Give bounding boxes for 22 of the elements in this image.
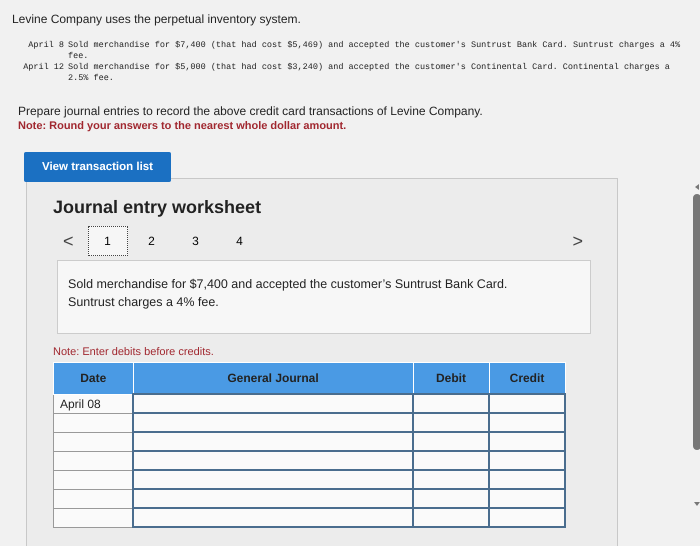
note-text: Note: Round your answers to the nearest whole dollar amount. xyxy=(18,120,348,132)
previous-button[interactable]: < xyxy=(53,230,84,252)
table-note: Note: Enter debits before credits. xyxy=(53,346,215,358)
date-cell: April 08 xyxy=(54,394,133,413)
page-tab[interactable]: 2 xyxy=(132,226,172,256)
transaction-text: Sold merchandise for $5,000 (that had cost $3,240) and accepted the customer's Continental Card. Continental charges a 2.5% fee. xyxy=(68,62,671,84)
transaction-date: April 12 xyxy=(22,62,65,74)
worksheet-title: Journal entry worksheet xyxy=(53,197,262,218)
column-header: Date xyxy=(54,362,133,394)
description-text: Sold merchandise for $7,400 and accepted the customer’s Suntrust Bank Card. Suntrust charges a 4% fee. xyxy=(68,276,508,311)
transaction-date: April 8 xyxy=(27,40,65,52)
column-header: Debit xyxy=(413,362,489,394)
instructions-text: Prepare journal entries to record the above credit card transactions of Levine Company. xyxy=(18,104,484,118)
column-header: General Journal xyxy=(133,362,413,394)
transaction-text: Sold merchandise for $7,400 (that had cost $5,469) and accepted the customer's Suntrust Bank Card. Suntrust charges a 4% fee. xyxy=(68,40,682,62)
page-tab[interactable]: 4 xyxy=(220,226,260,256)
column-header: Credit xyxy=(489,362,565,394)
page-tab[interactable]: 3 xyxy=(176,226,216,256)
view-transactions-button[interactable]: View transaction list xyxy=(24,152,171,182)
next-button[interactable]: > xyxy=(562,230,593,252)
intro-text: Levine Company uses the perpetual inventory system. xyxy=(12,12,302,26)
page-tab[interactable]: 1 xyxy=(88,226,128,256)
